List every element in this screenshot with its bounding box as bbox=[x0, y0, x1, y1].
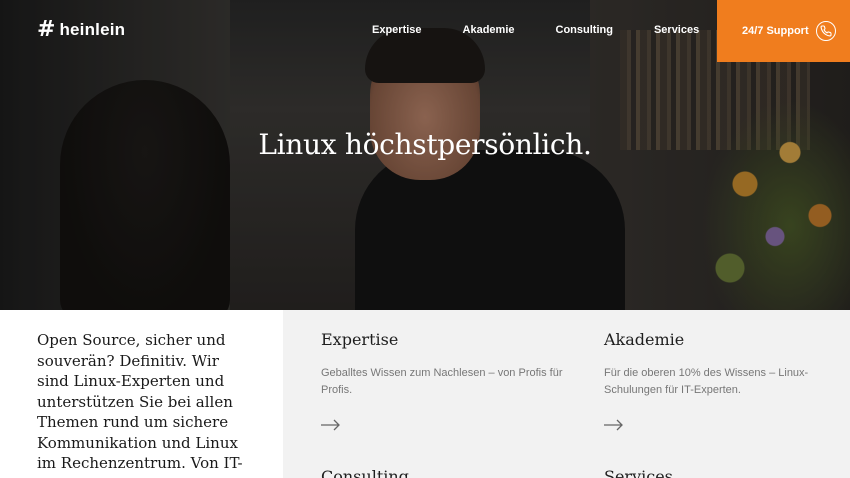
site-logo[interactable]: # heinlein bbox=[37, 19, 125, 41]
main-nav: Expertise Akademie Consulting Services bbox=[372, 0, 740, 60]
intro-section: Open Source, sicher und souverän? Defini… bbox=[0, 310, 283, 478]
nav-item-akademie[interactable]: Akademie bbox=[463, 24, 515, 36]
nav-item-consulting[interactable]: Consulting bbox=[556, 24, 613, 36]
nav-item-expertise[interactable]: Expertise bbox=[372, 24, 422, 36]
support-button[interactable]: 24/7 Support bbox=[717, 0, 850, 62]
card-title: Consulting bbox=[321, 467, 409, 478]
support-label: 24/7 Support bbox=[742, 25, 809, 37]
card-title: Akademie bbox=[604, 330, 685, 349]
service-grid: Expertise Geballtes Wissen zum Nachlesen… bbox=[283, 310, 850, 478]
hero-title: Linux höchstpersönlich. bbox=[258, 128, 592, 161]
arrow-right-icon[interactable] bbox=[321, 417, 571, 435]
logo-wordmark: heinlein bbox=[59, 20, 126, 39]
card-expertise[interactable]: Expertise Geballtes Wissen zum Nachlesen… bbox=[321, 330, 571, 435]
intro-text: Open Source, sicher und souverän? Defini… bbox=[37, 331, 243, 478]
card-services[interactable]: Services bbox=[604, 467, 850, 478]
card-title: Expertise bbox=[321, 330, 399, 349]
card-consulting[interactable]: Consulting bbox=[321, 467, 571, 478]
card-akademie[interactable]: Akademie Für die oberen 10% des Wissens … bbox=[604, 330, 850, 435]
nav-item-services[interactable]: Services bbox=[654, 24, 699, 36]
logo-hash-icon: # bbox=[37, 17, 56, 42]
card-title: Services bbox=[604, 467, 673, 478]
phone-icon bbox=[816, 21, 836, 41]
arrow-right-icon[interactable] bbox=[604, 417, 850, 435]
card-description: Für die oberen 10% des Wissens – Linux-S… bbox=[604, 367, 809, 396]
card-description: Geballtes Wissen zum Nachlesen – von Pro… bbox=[321, 367, 563, 396]
